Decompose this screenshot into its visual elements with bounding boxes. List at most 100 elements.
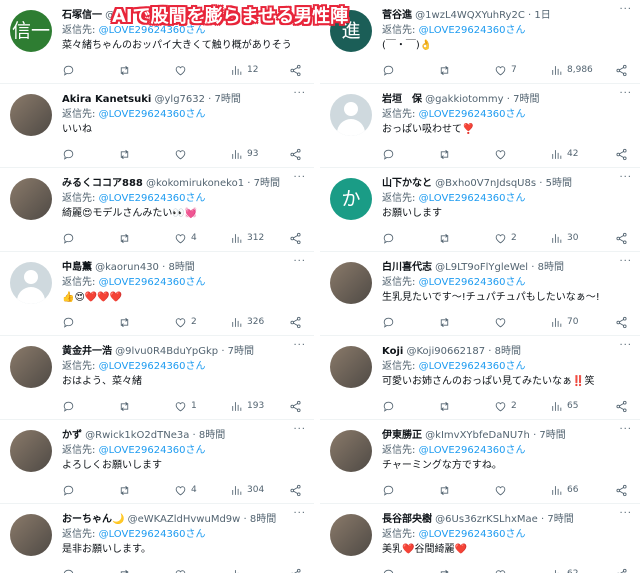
- reply-button[interactable]: [62, 484, 75, 497]
- reply-to-link[interactable]: @LOVE29624360さん: [419, 109, 526, 120]
- reply-button[interactable]: [382, 232, 395, 245]
- reply-to-link[interactable]: @LOVE29624360さん: [419, 445, 526, 456]
- avatar[interactable]: [10, 178, 52, 220]
- views-button[interactable]: 42: [550, 148, 578, 161]
- share-button[interactable]: [289, 64, 302, 77]
- more-icon[interactable]: ···: [619, 256, 632, 267]
- avatar[interactable]: [330, 94, 372, 136]
- reply-button[interactable]: [62, 316, 75, 329]
- reply-button[interactable]: [382, 484, 395, 497]
- author-name[interactable]: みるくココア888: [62, 178, 143, 189]
- avatar[interactable]: [10, 262, 52, 304]
- reply-button[interactable]: [382, 148, 395, 161]
- share-button[interactable]: [615, 568, 628, 573]
- author-name[interactable]: 山下かなと: [382, 178, 432, 189]
- retweet-button[interactable]: [118, 64, 135, 77]
- more-icon[interactable]: ···: [619, 88, 632, 99]
- avatar[interactable]: [330, 514, 372, 556]
- more-icon[interactable]: ···: [293, 424, 306, 435]
- reply-to-link[interactable]: @LOVE29624360さん: [419, 25, 526, 36]
- views-button[interactable]: [230, 568, 247, 573]
- reply-to-link[interactable]: @LOVE29624360さん: [99, 109, 206, 120]
- heart-button[interactable]: [174, 148, 191, 161]
- avatar[interactable]: [330, 346, 372, 388]
- reply-to-link[interactable]: @LOVE29624360さん: [99, 277, 206, 288]
- share-button[interactable]: [289, 568, 302, 573]
- heart-button[interactable]: 2: [174, 316, 197, 329]
- heart-button[interactable]: 4: [174, 484, 197, 497]
- more-icon[interactable]: ···: [619, 340, 632, 351]
- retweet-button[interactable]: [438, 232, 455, 245]
- views-button[interactable]: 93: [230, 148, 258, 161]
- retweet-button[interactable]: [118, 484, 135, 497]
- heart-button[interactable]: 7: [494, 64, 517, 77]
- heart-button[interactable]: [494, 484, 511, 497]
- reply-button[interactable]: [382, 316, 395, 329]
- views-button[interactable]: 312: [230, 232, 264, 245]
- heart-button[interactable]: 4: [174, 232, 197, 245]
- author-name[interactable]: 石塚信一: [62, 10, 102, 21]
- reply-to-link[interactable]: @LOVE29624360さん: [99, 445, 206, 456]
- avatar[interactable]: 信一: [10, 10, 52, 52]
- author-name[interactable]: おーちゃん🌙: [62, 514, 124, 525]
- reply-button[interactable]: [62, 232, 75, 245]
- reply-button[interactable]: [382, 568, 395, 573]
- retweet-button[interactable]: [118, 232, 135, 245]
- avatar[interactable]: [330, 430, 372, 472]
- share-button[interactable]: [289, 316, 302, 329]
- retweet-button[interactable]: [438, 316, 455, 329]
- heart-button[interactable]: 2: [494, 232, 517, 245]
- author-name[interactable]: 菅谷進: [382, 10, 412, 21]
- author-name[interactable]: 黄金井一浩: [62, 346, 112, 357]
- author-name[interactable]: 中島薫: [62, 262, 92, 273]
- share-button[interactable]: [615, 64, 628, 77]
- author-name[interactable]: Akira Kanetsuki: [62, 94, 151, 105]
- more-icon[interactable]: ···: [619, 4, 632, 15]
- reply-button[interactable]: [382, 400, 395, 413]
- retweet-button[interactable]: [438, 400, 455, 413]
- avatar[interactable]: [330, 262, 372, 304]
- retweet-button[interactable]: [118, 568, 135, 573]
- share-button[interactable]: [289, 232, 302, 245]
- tweet-card[interactable]: Koji @Koji90662187 · 8時間 返信先: @LOVE296243…: [320, 336, 640, 420]
- tweet-card[interactable]: 長谷部央樹 @6Us36zrKSLhxMae · 7時間 返信先: @LOVE29…: [320, 504, 640, 573]
- views-button[interactable]: 326: [230, 316, 264, 329]
- tweet-card[interactable]: みるくココア888 @kokomirukoneko1 · 7時間 返信先: @LO…: [0, 168, 314, 252]
- more-icon[interactable]: ···: [293, 256, 306, 267]
- views-button[interactable]: 30: [550, 232, 578, 245]
- avatar[interactable]: [10, 430, 52, 472]
- reply-to-link[interactable]: @LOVE29624360さん: [99, 361, 206, 372]
- avatar[interactable]: [10, 514, 52, 556]
- share-button[interactable]: [615, 232, 628, 245]
- reply-to-link[interactable]: @LOVE29624360さん: [419, 277, 526, 288]
- author-name[interactable]: 岩垣 保: [382, 94, 422, 105]
- reply-to-link[interactable]: @LOVE29624360さん: [99, 529, 206, 540]
- reply-to-link[interactable]: @LOVE29624360さん: [99, 193, 206, 204]
- retweet-button[interactable]: [438, 64, 455, 77]
- avatar[interactable]: [10, 346, 52, 388]
- retweet-button[interactable]: [438, 484, 455, 497]
- reply-button[interactable]: [62, 400, 75, 413]
- tweet-card[interactable]: かず @Rwick1kO2dTNe3a · 8時間 返信先: @LOVE29624…: [0, 420, 314, 504]
- reply-button[interactable]: [62, 148, 75, 161]
- more-icon[interactable]: ···: [619, 424, 632, 435]
- views-button[interactable]: 193: [230, 400, 264, 413]
- heart-button[interactable]: 2: [494, 400, 517, 413]
- views-button[interactable]: 65: [550, 400, 578, 413]
- avatar[interactable]: か: [330, 178, 372, 220]
- heart-button[interactable]: 1: [174, 400, 197, 413]
- more-icon[interactable]: ···: [293, 508, 306, 519]
- heart-button[interactable]: [494, 316, 511, 329]
- tweet-card[interactable]: 中島薫 @kaorun430 · 8時間 返信先: @LOVE29624360さん…: [0, 252, 314, 336]
- heart-button[interactable]: [174, 64, 191, 77]
- views-button[interactable]: 8,986: [550, 64, 593, 77]
- tweet-card[interactable]: 岩垣 保 @gakkiotommy · 7時間 返信先: @LOVE2962436…: [320, 84, 640, 168]
- share-button[interactable]: [289, 148, 302, 161]
- reply-to-link[interactable]: @LOVE29624360さん: [419, 193, 526, 204]
- tweet-card[interactable]: 黄金井一浩 @9lvu0R4BduYpGkp · 7時間 返信先: @LOVE29…: [0, 336, 314, 420]
- views-button[interactable]: 304: [230, 484, 264, 497]
- reply-button[interactable]: [62, 568, 75, 573]
- share-button[interactable]: [615, 400, 628, 413]
- tweet-card[interactable]: Akira Kanetsuki @ylg7632 · 7時間 返信先: @LOVE…: [0, 84, 314, 168]
- reply-to-link[interactable]: @LOVE29624360さん: [419, 361, 526, 372]
